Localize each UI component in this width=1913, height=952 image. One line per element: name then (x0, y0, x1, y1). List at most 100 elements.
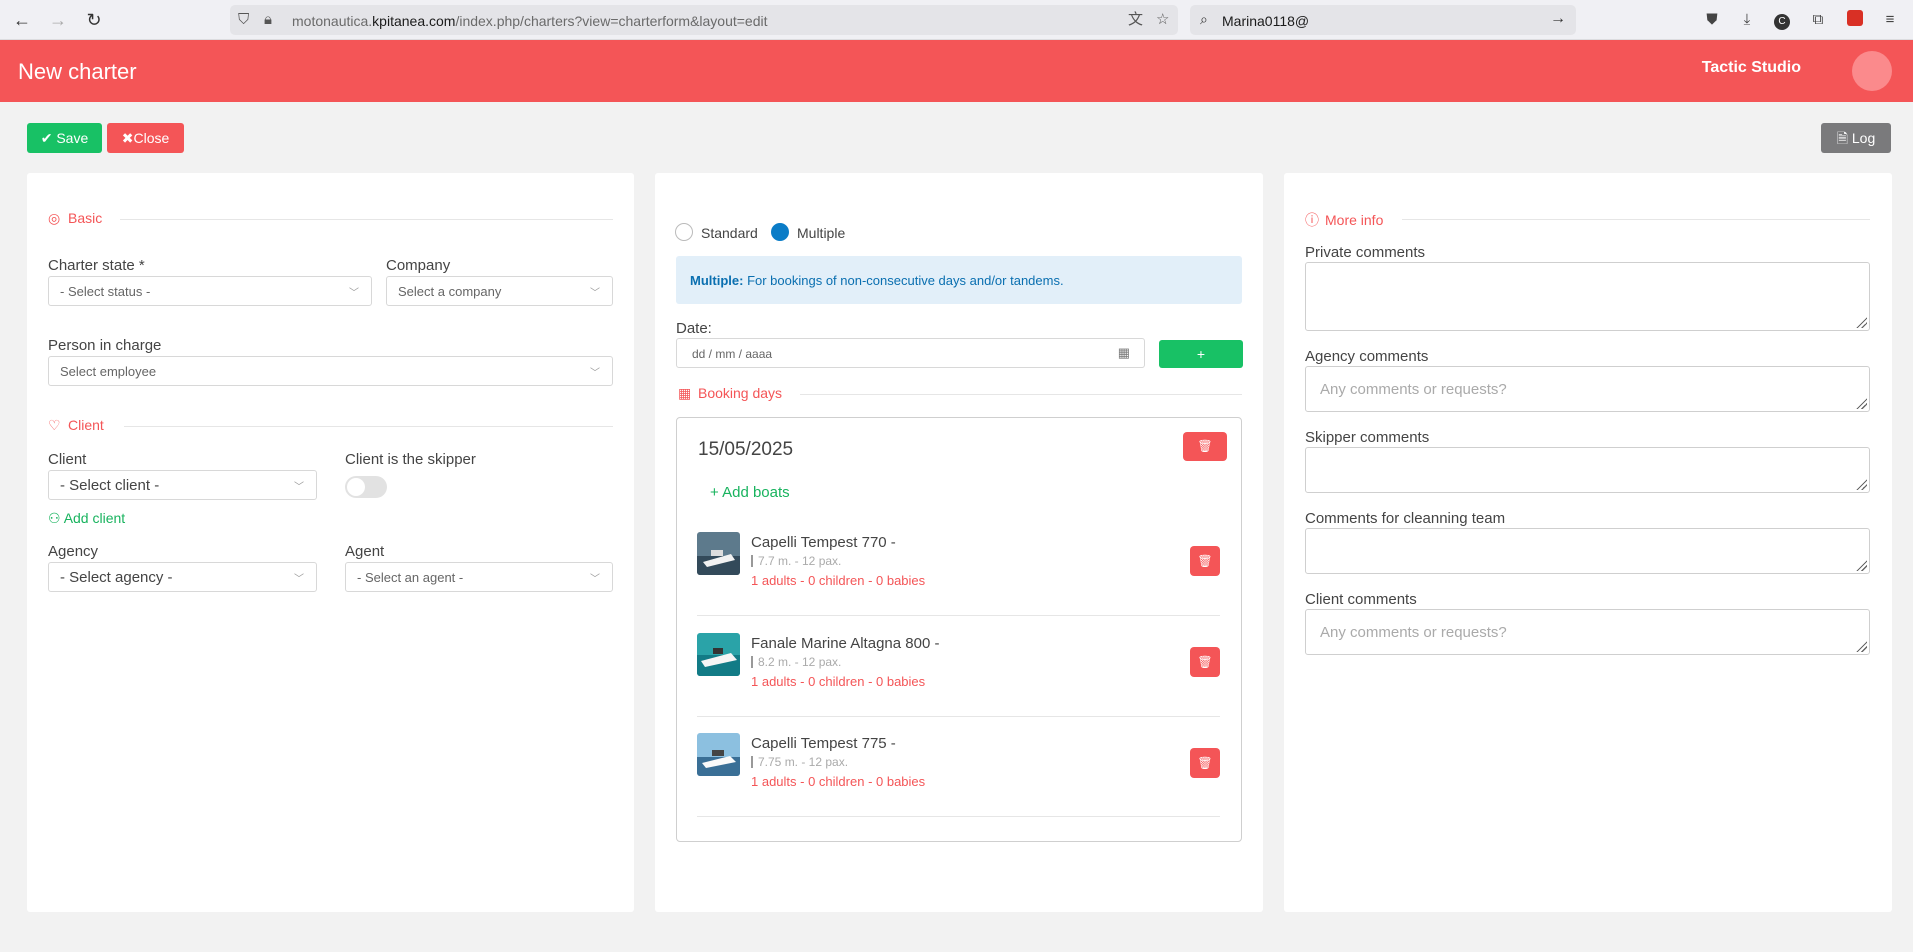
log-label: Log (1851, 130, 1876, 146)
client-comments-label: Client comments (1305, 591, 1417, 608)
company-label: Company (386, 257, 451, 274)
person-label: Person in charge (48, 337, 162, 354)
agency-label: Agency (48, 543, 99, 560)
person-select[interactable]: Select employee ﹀ (48, 356, 613, 386)
agency-comments-label: Agency comments (1305, 348, 1429, 365)
boat-spec: 7.75 m. - 12 pax. (751, 756, 848, 768)
charter-state-select[interactable]: - Select status - ﹀ (48, 276, 372, 306)
client-label: Client (48, 451, 87, 468)
info-text: Multiple: For bookings of non-consecutiv… (690, 273, 1064, 288)
booking-days-title: ▦ Booking days (678, 385, 783, 401)
client-value: - Select client - (60, 477, 160, 494)
client-comments-placeholder: Any comments or requests? (1320, 624, 1507, 641)
info-alert: Multiple: For bookings of non-consecutiv… (676, 256, 1242, 304)
delete-boat-button[interactable]: 🗑︎ (1190, 546, 1220, 576)
agent-select[interactable]: - Select an agent - ﹀ (345, 562, 613, 592)
menu-icon[interactable]: ≡ (1880, 10, 1900, 30)
forward-icon[interactable]: → (46, 8, 70, 32)
check-circle-icon: ◎ (48, 210, 61, 226)
cleaning-comments-label: Comments for cleanning team (1305, 510, 1506, 527)
agency-select[interactable]: - Select agency - ﹀ (48, 562, 317, 592)
agency-comments-placeholder: Any comments or requests? (1320, 381, 1507, 398)
agency-value: - Select agency - (60, 569, 173, 586)
charter-state-label: Charter state * (48, 257, 145, 274)
download-icon[interactable]: ⤓ (1737, 10, 1757, 30)
lock-icon: 🔒︎ (264, 11, 272, 28)
divider (800, 394, 1242, 395)
chevron-down-icon: ﹀ (590, 288, 600, 299)
search-text: Marina0118@ (1222, 13, 1310, 29)
radio-standard[interactable] (675, 223, 693, 241)
save-label: Save (56, 130, 89, 146)
chevron-down-icon: ﹀ (294, 482, 304, 493)
date-placeholder: dd / mm / aaaa (692, 347, 773, 361)
radio-multiple-label: Multiple (797, 225, 846, 241)
close-button[interactable]: ✖Close (107, 123, 184, 153)
day-date: 15/05/2025 (698, 439, 794, 460)
private-comments-field[interactable] (1305, 262, 1870, 331)
trash-icon: 🗑︎ (1197, 554, 1213, 568)
resize-grip-icon[interactable] (1855, 316, 1867, 328)
company-select[interactable]: Select a company ﹀ (386, 276, 613, 306)
date-input[interactable]: dd / mm / aaaa ▦ (676, 338, 1145, 368)
reload-icon[interactable]: ↻ (82, 8, 106, 32)
translate-icon[interactable]: 文 (1128, 10, 1143, 30)
add-user-icon: ⚇ (48, 510, 61, 526)
skipper-toggle[interactable] (345, 476, 387, 498)
person-value: Select employee (60, 364, 157, 379)
add-date-button[interactable]: + (1159, 340, 1243, 368)
boat-pax: 1 adults - 0 children - 0 babies (751, 674, 926, 689)
chevron-down-icon: ﹀ (349, 288, 359, 299)
resize-grip-icon[interactable] (1855, 397, 1867, 409)
divider (1402, 219, 1870, 220)
resize-grip-icon[interactable] (1855, 640, 1867, 652)
skipper-comments-field[interactable] (1305, 447, 1870, 493)
skipper-label: Client is the skipper (345, 451, 476, 468)
extensions-icon[interactable]: ⧉ (1808, 10, 1828, 30)
calendar-icon[interactable]: ▦ (1118, 345, 1130, 361)
calendar-icon: ▦ (678, 385, 692, 401)
boat-spec: 7.7 m. - 12 pax. (751, 555, 841, 567)
delete-boat-button[interactable]: 🗑︎ (1190, 647, 1220, 677)
save-button[interactable]: ✔ Save (27, 123, 102, 153)
browser-toolbar: ← → ↻ ⛉ 🔒︎ motonautica.kpitanea.com/inde… (0, 0, 1913, 40)
delete-day-button[interactable]: 🗑︎ (1183, 432, 1227, 461)
client-section-title: ♡ Client (48, 417, 104, 433)
boat-thumbnail (697, 733, 740, 776)
studio-name[interactable]: Tactic Studio (1702, 59, 1801, 77)
search-bar[interactable]: ⌕ Marina0118@ → (1190, 5, 1576, 35)
shield-icon: ⛉ (238, 11, 250, 28)
avatar[interactable] (1852, 51, 1892, 91)
agency-comments-field[interactable]: Any comments or requests? (1305, 366, 1870, 412)
back-icon[interactable]: ← (10, 8, 34, 32)
log-button[interactable]: 🗎︎ Log (1821, 123, 1891, 153)
page-title: New charter (18, 59, 137, 84)
go-arrow-icon[interactable]: → (1550, 10, 1566, 28)
add-boats-link[interactable]: + Add boats (710, 484, 790, 501)
boat-pax: 1 adults - 0 children - 0 babies (751, 774, 926, 789)
boat-thumbnail (697, 532, 740, 575)
extension-red-icon[interactable] (1845, 10, 1865, 30)
address-bar[interactable]: ⛉ 🔒︎ motonautica.kpitanea.com/index.php/… (230, 5, 1178, 35)
handshake-icon: ♡ (48, 417, 61, 433)
pocket-icon[interactable]: ⛊ (1702, 10, 1722, 30)
toggle-knob (347, 478, 365, 496)
add-client-link[interactable]: ⚇ Add client (48, 510, 125, 527)
bookmark-star-icon[interactable]: ☆ (1156, 10, 1169, 30)
account-icon[interactable]: C (1772, 10, 1792, 30)
cleaning-comments-field[interactable] (1305, 528, 1870, 574)
client-select[interactable]: - Select client - ﹀ (48, 470, 317, 500)
resize-grip-icon[interactable] (1855, 478, 1867, 490)
resize-grip-icon[interactable] (1855, 559, 1867, 571)
radio-multiple[interactable] (771, 223, 789, 241)
chevron-down-icon: ﹀ (294, 574, 304, 585)
client-comments-field[interactable]: Any comments or requests? (1305, 609, 1870, 655)
trash-icon: 🗑︎ (1197, 439, 1213, 453)
trash-icon: 🗑︎ (1197, 655, 1213, 669)
delete-boat-button[interactable]: 🗑︎ (1190, 748, 1220, 778)
company-value: Select a company (398, 284, 502, 299)
boat-row: Fanale Marine Altagna 800 - 8.2 m. - 12 … (697, 627, 1220, 717)
close-icon: ✖ (121, 130, 134, 146)
divider (124, 426, 613, 427)
app-header: New charter Tactic Studio (0, 40, 1913, 102)
